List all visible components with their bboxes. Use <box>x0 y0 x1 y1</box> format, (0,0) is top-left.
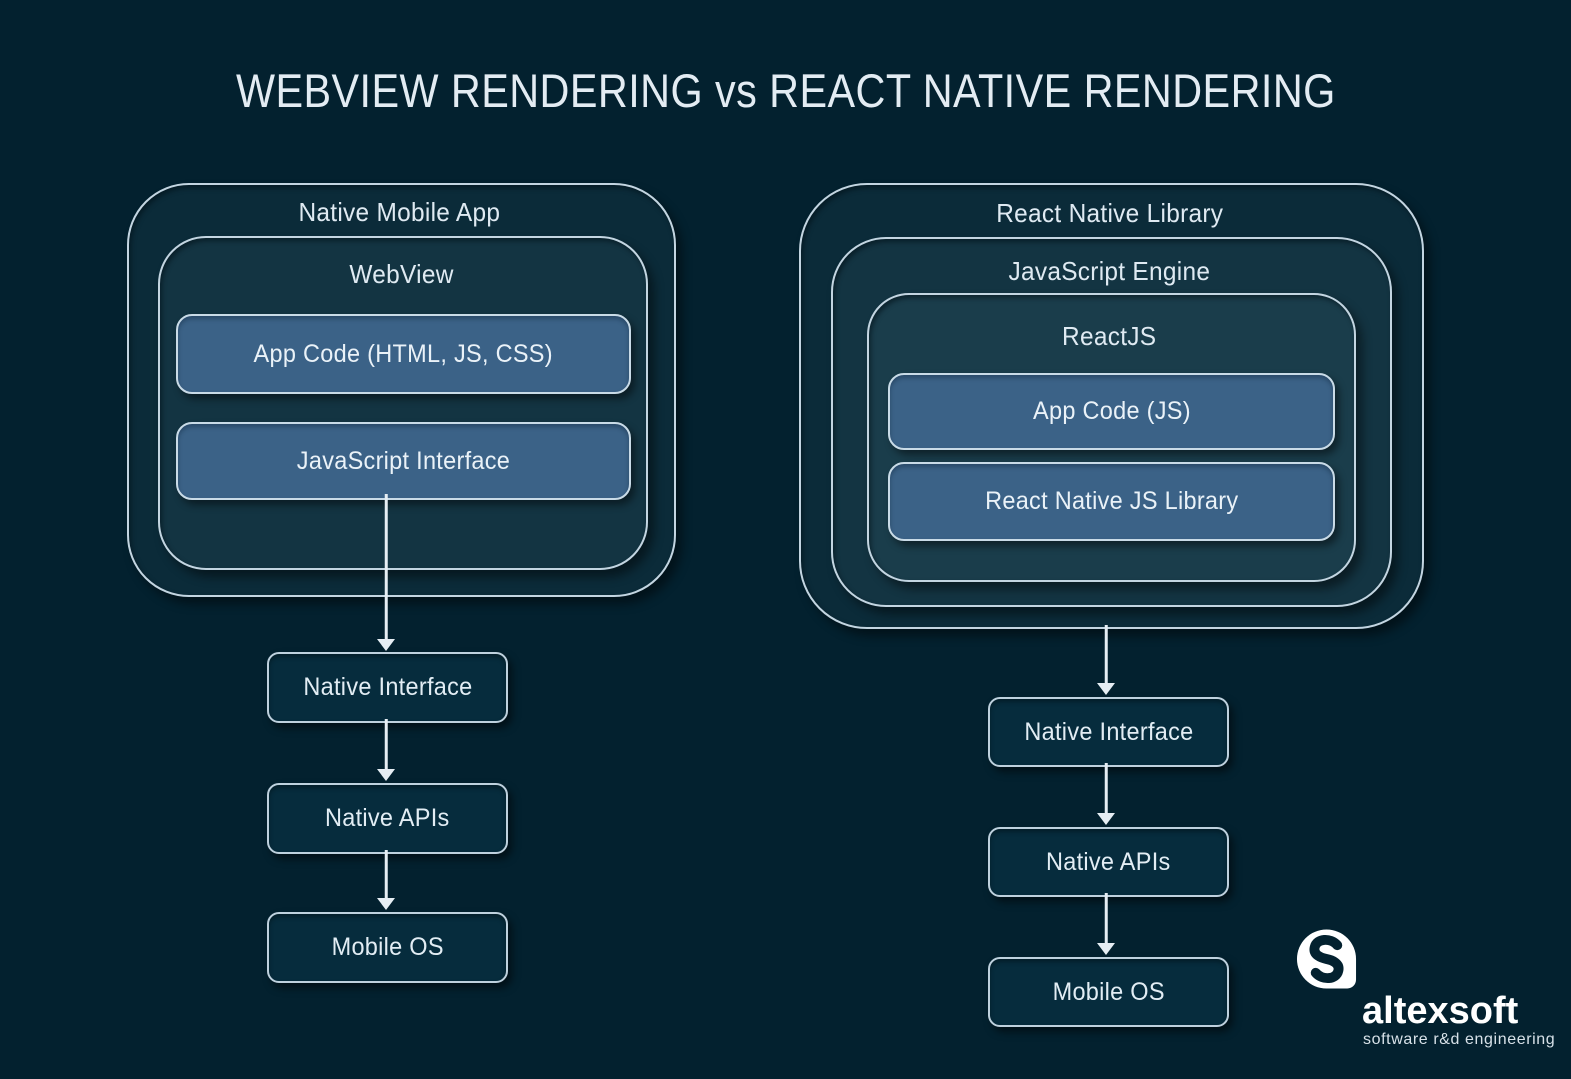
page-title-text: WEBVIEW RENDERING vs REACT NATIVE RENDER… <box>235 64 1336 117</box>
left-mobile-os-box: Mobile OS <box>267 912 508 983</box>
right-connector-arrow-3 <box>1096 893 1116 955</box>
left-connector-arrow-1 <box>376 494 396 651</box>
right-connector-arrow-2 <box>1096 763 1116 825</box>
arrow-head-icon <box>1097 683 1115 695</box>
left-native-apis-box: Native APIs <box>267 783 508 854</box>
arrow-head-icon <box>377 769 395 781</box>
right-connector-arrow-1 <box>1096 625 1116 695</box>
react-native-library-label: React Native Library <box>995 198 1224 228</box>
arrow-shaft <box>1104 625 1108 686</box>
arrow-shaft <box>1104 763 1108 816</box>
arrow-head-icon <box>1097 943 1115 955</box>
right-native-apis-box: Native APIs <box>988 827 1229 897</box>
page-title: WEBVIEW RENDERING vs REACT NATIVE RENDER… <box>0 62 1571 120</box>
app-code-js-box: App Code (JS) <box>888 373 1335 450</box>
arrow-head-icon <box>377 639 395 651</box>
arrow-head-icon <box>377 898 395 910</box>
webview-label: WebView <box>348 259 454 289</box>
javascript-interface-box: JavaScript Interface <box>176 422 631 500</box>
right-mobile-os-box: Mobile OS <box>988 957 1229 1027</box>
arrow-shaft <box>384 850 388 901</box>
left-connector-arrow-3 <box>376 850 396 910</box>
react-native-js-library-box: React Native JS Library <box>888 462 1335 541</box>
arrow-head-icon <box>1097 813 1115 825</box>
left-connector-arrow-2 <box>376 719 396 781</box>
altexsoft-logo-icon <box>1295 926 1358 992</box>
app-code-html-js-css-box: App Code (HTML, JS, CSS) <box>176 314 631 394</box>
altexsoft-logo-name: altexsoft <box>1362 990 1519 1032</box>
reactjs-label: ReactJS <box>1062 321 1157 351</box>
arrow-shaft <box>384 719 388 772</box>
infographic-canvas: WEBVIEW RENDERING vs REACT NATIVE RENDER… <box>0 0 1571 1079</box>
arrow-shaft <box>384 494 388 642</box>
left-native-interface-box: Native Interface <box>267 652 508 723</box>
altexsoft-logo-tagline: software r&d engineering <box>1363 1031 1556 1048</box>
arrow-shaft <box>1104 893 1108 946</box>
native-mobile-app-label: Native Mobile App <box>298 197 501 227</box>
right-native-interface-box: Native Interface <box>988 697 1229 767</box>
javascript-engine-label: JavaScript Engine <box>1008 256 1211 286</box>
